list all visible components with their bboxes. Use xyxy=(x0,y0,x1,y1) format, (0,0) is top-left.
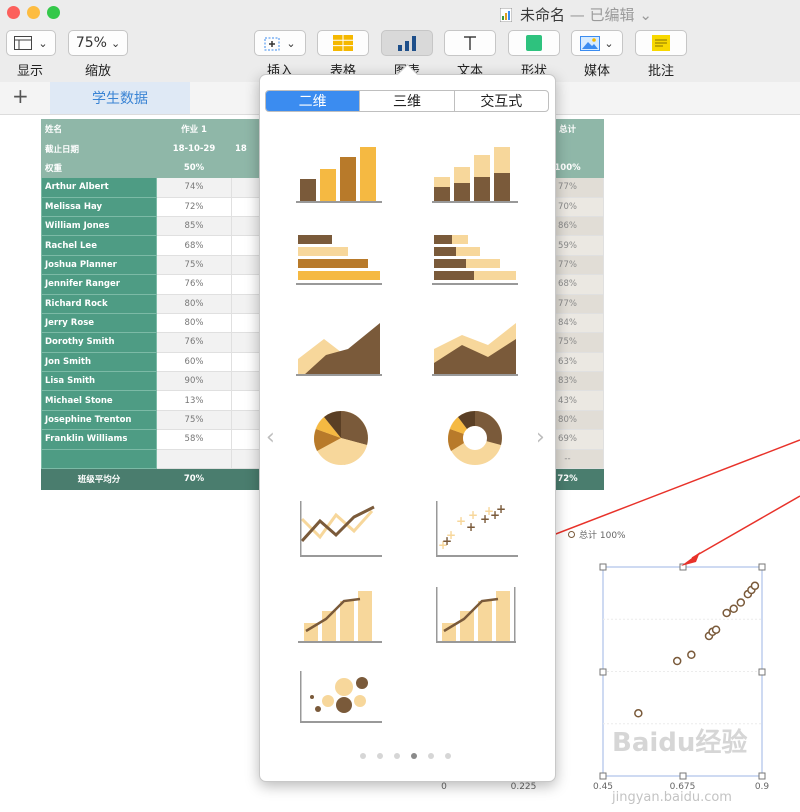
page-dot[interactable] xyxy=(377,753,383,759)
resize-handle[interactable] xyxy=(679,563,687,571)
scatter-point[interactable] xyxy=(736,598,746,607)
resize-handle[interactable] xyxy=(599,563,607,571)
tab-chart-interactive[interactable]: 交互式 xyxy=(453,91,548,111)
legend-marker xyxy=(568,531,575,538)
page-dot[interactable] xyxy=(360,753,366,759)
tab-chart-3d[interactable]: 三维 xyxy=(359,91,453,111)
scatter-point[interactable] xyxy=(687,650,696,660)
tab-chart-2d[interactable]: 二维 xyxy=(266,91,360,111)
chart-type-segmented-control: 二维 三维 交互式 xyxy=(265,90,549,112)
watermark-logo: Baidu经验 xyxy=(612,728,748,758)
column-chart-option[interactable] xyxy=(296,147,382,203)
page-indicator xyxy=(360,753,451,759)
bar-chart-option[interactable] xyxy=(296,233,382,289)
two-axis-chart-option[interactable] xyxy=(434,587,518,643)
svg-text:+: + xyxy=(496,502,506,516)
scatter-point[interactable] xyxy=(729,604,738,614)
donut-chart-option[interactable] xyxy=(446,409,504,467)
page-dot[interactable] xyxy=(394,753,400,759)
mixed-chart-option[interactable] xyxy=(298,587,382,643)
area-chart-option[interactable] xyxy=(296,319,382,377)
chart-legend[interactable]: 总计 100% xyxy=(568,528,626,541)
resize-handle[interactable] xyxy=(599,668,607,676)
page-dot[interactable] xyxy=(411,753,417,759)
next-page-arrow-icon[interactable]: › xyxy=(536,425,545,450)
resize-handle[interactable] xyxy=(599,772,607,780)
page-dot[interactable] xyxy=(428,753,434,759)
scatter-point[interactable] xyxy=(750,581,760,591)
x-axis-tick-label: 0.225 xyxy=(510,782,537,792)
svg-text:+: + xyxy=(456,514,466,528)
svg-text:+: + xyxy=(466,520,476,534)
line-chart-option[interactable] xyxy=(298,501,382,559)
watermark-url: jingyan.baidu.com xyxy=(612,790,732,805)
svg-text:+: + xyxy=(442,534,452,548)
scatter-point[interactable] xyxy=(722,608,731,618)
resize-handle[interactable] xyxy=(758,772,766,780)
stacked-area-chart-option[interactable] xyxy=(432,319,518,377)
bubble-chart-option[interactable] xyxy=(298,671,382,727)
stacked-column-chart-option[interactable] xyxy=(432,147,518,203)
x-axis-tick-label: 0.9 xyxy=(754,782,770,792)
x-axis-tick-label: 0.45 xyxy=(592,782,614,792)
scatter-point[interactable] xyxy=(711,625,721,634)
legend-label: 总计 100% xyxy=(579,531,626,541)
scatter-point[interactable] xyxy=(634,709,643,718)
x-axis-tick-label: 0 xyxy=(441,782,447,792)
resize-handle[interactable] xyxy=(758,563,766,571)
pie-chart-option[interactable] xyxy=(312,409,370,467)
stacked-bar-chart-option[interactable] xyxy=(432,233,518,289)
resize-handle[interactable] xyxy=(679,772,687,780)
svg-text:+: + xyxy=(480,512,490,526)
page-dot[interactable] xyxy=(445,753,451,759)
scatter-point[interactable] xyxy=(672,656,682,666)
chart-picker-popover: 二维 三维 交互式 + + + + + + + + + + ‹ › xyxy=(259,63,556,782)
previous-page-arrow-icon[interactable]: ‹ xyxy=(266,425,275,450)
resize-handle[interactable] xyxy=(758,668,766,676)
scatter-chart-option[interactable]: +++ + + +++ ++ xyxy=(434,501,518,559)
